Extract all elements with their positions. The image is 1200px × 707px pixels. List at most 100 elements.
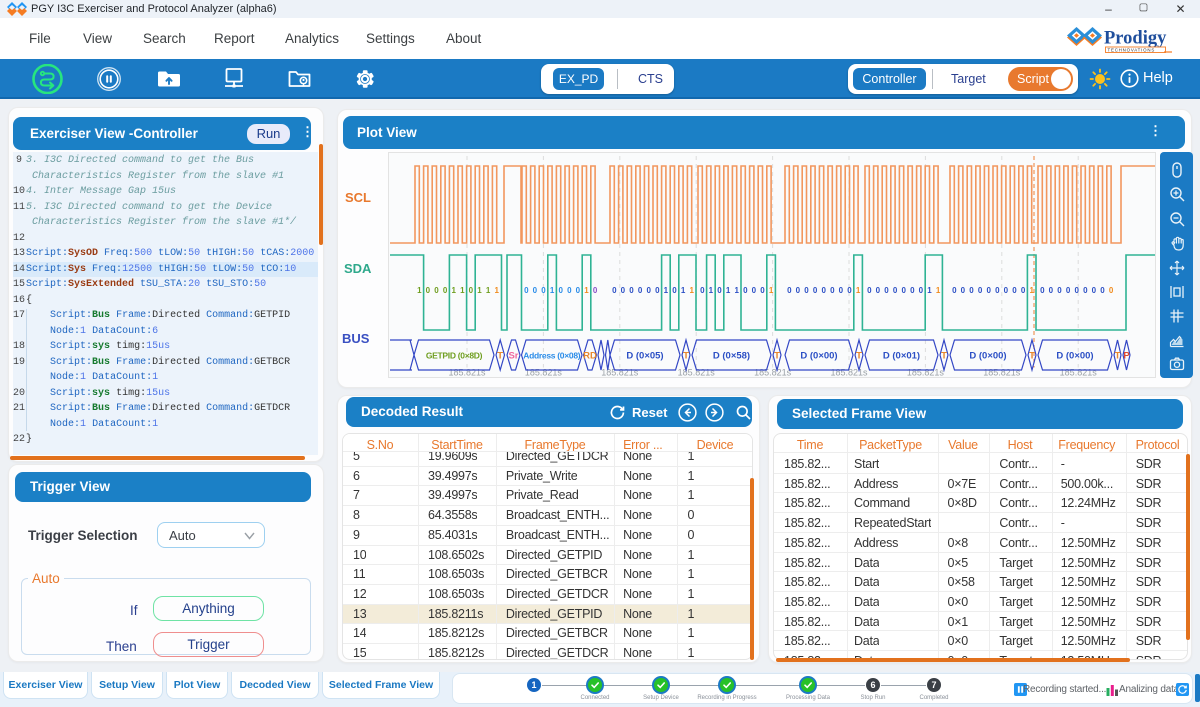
svg-text:0: 0 — [743, 286, 748, 295]
svg-text:0: 0 — [621, 286, 626, 295]
svg-text:0: 0 — [443, 286, 448, 295]
svg-text:0: 0 — [961, 286, 966, 295]
svg-text:T: T — [497, 350, 503, 361]
svg-text:0: 0 — [717, 286, 722, 295]
svg-text:185.821s: 185.821s — [907, 368, 945, 378]
svg-text:0: 0 — [434, 286, 439, 295]
svg-text:D (0×58): D (0×58) — [713, 350, 750, 361]
svg-text:0: 0 — [672, 286, 677, 295]
svg-text:P: P — [1123, 350, 1130, 361]
svg-text:0: 0 — [1100, 286, 1105, 295]
svg-text:0: 0 — [986, 286, 991, 295]
svg-text:0: 0 — [576, 286, 581, 295]
svg-text:1: 1 — [494, 286, 499, 295]
svg-text:T: T — [774, 350, 780, 361]
svg-text:1: 1 — [1029, 286, 1034, 295]
svg-text:D (0×00): D (0×00) — [800, 350, 837, 361]
svg-text:0: 0 — [893, 286, 898, 295]
svg-text:0: 0 — [884, 286, 889, 295]
svg-text:1: 1 — [550, 286, 555, 295]
svg-text:1: 1 — [936, 286, 941, 295]
svg-text:0: 0 — [533, 286, 538, 295]
svg-text:T: T — [1029, 350, 1035, 361]
svg-text:0: 0 — [1083, 286, 1088, 295]
svg-text:0: 0 — [1074, 286, 1079, 295]
svg-text:1: 1 — [709, 286, 714, 295]
svg-text:1: 1 — [486, 286, 491, 295]
svg-text:1: 1 — [734, 286, 739, 295]
svg-text:0: 0 — [558, 286, 563, 295]
svg-text:0: 0 — [978, 286, 983, 295]
svg-text:0: 0 — [813, 286, 818, 295]
svg-text:0: 0 — [1066, 286, 1071, 295]
svg-text:0: 0 — [995, 286, 1000, 295]
svg-text:0: 0 — [1049, 286, 1054, 295]
svg-text:0: 0 — [787, 286, 792, 295]
svg-text:0: 0 — [629, 286, 634, 295]
svg-text:1: 1 — [584, 286, 589, 295]
svg-text:0: 0 — [700, 286, 705, 295]
svg-text:185.821s: 185.821s — [525, 368, 563, 378]
svg-text:0: 0 — [752, 286, 757, 295]
svg-text:0: 0 — [804, 286, 809, 295]
svg-text:D (0×01): D (0×01) — [883, 350, 920, 361]
svg-text:0: 0 — [796, 286, 801, 295]
svg-text:D (0×05): D (0×05) — [626, 350, 663, 361]
svg-text:0: 0 — [541, 286, 546, 295]
svg-text:GETPID (0×8D): GETPID (0×8D) — [426, 350, 483, 360]
svg-text:0: 0 — [469, 286, 474, 295]
svg-text:0: 0 — [593, 286, 598, 295]
svg-text:1: 1 — [726, 286, 731, 295]
svg-text:D (0×00): D (0×00) — [1056, 350, 1093, 361]
svg-text:0: 0 — [910, 286, 915, 295]
svg-text:0: 0 — [952, 286, 957, 295]
svg-text:1: 1 — [927, 286, 932, 295]
svg-text:0: 0 — [760, 286, 765, 295]
svg-text:RD: RD — [583, 350, 597, 361]
svg-text:0: 0 — [524, 286, 529, 295]
svg-text:0: 0 — [876, 286, 881, 295]
svg-text:Prodigy: Prodigy — [1104, 29, 1167, 49]
svg-text:0: 0 — [1021, 286, 1026, 295]
svg-text:0: 0 — [638, 286, 643, 295]
svg-text:0: 0 — [821, 286, 826, 295]
svg-text:0: 0 — [1057, 286, 1062, 295]
svg-text:Address (0×08): Address (0×08) — [523, 350, 580, 360]
svg-text:0: 0 — [867, 286, 872, 295]
svg-text:0: 0 — [1109, 286, 1114, 295]
svg-text:0: 0 — [969, 286, 974, 295]
svg-text:T: T — [683, 350, 689, 361]
svg-text:0: 0 — [919, 286, 924, 295]
svg-text:TECHNOVATIONS: TECHNOVATIONS — [1108, 47, 1156, 52]
svg-text:1: 1 — [417, 286, 422, 295]
svg-text:185.821s: 185.821s — [448, 368, 486, 378]
svg-text:0: 0 — [839, 286, 844, 295]
svg-text:1: 1 — [477, 286, 482, 295]
svg-text:1: 1 — [451, 286, 456, 295]
svg-text:1: 1 — [681, 286, 686, 295]
svg-text:1: 1 — [460, 286, 465, 295]
svg-text:1: 1 — [769, 286, 774, 295]
svg-text:0: 0 — [655, 286, 660, 295]
svg-text:1: 1 — [856, 286, 861, 295]
svg-text:185.821s: 185.821s — [754, 368, 792, 378]
svg-text:1: 1 — [689, 286, 694, 295]
svg-text:185.821s: 185.821s — [1060, 368, 1098, 378]
svg-text:185.821s: 185.821s — [983, 368, 1021, 378]
svg-text:0: 0 — [1040, 286, 1045, 295]
svg-text:T: T — [941, 350, 947, 361]
svg-text:D (0×00): D (0×00) — [969, 350, 1006, 361]
svg-text:0: 0 — [847, 286, 852, 295]
svg-text:0: 0 — [567, 286, 572, 295]
svg-text:0: 0 — [612, 286, 617, 295]
svg-text:0: 0 — [830, 286, 835, 295]
svg-text:0: 0 — [426, 286, 431, 295]
svg-text:1: 1 — [664, 286, 669, 295]
svg-text:0: 0 — [1012, 286, 1017, 295]
svg-text:185.821s: 185.821s — [601, 368, 639, 378]
svg-text:T: T — [856, 350, 862, 361]
svg-text:Sr: Sr — [508, 350, 518, 361]
svg-text:0: 0 — [1092, 286, 1097, 295]
svg-text:0: 0 — [1004, 286, 1009, 295]
svg-text:T: T — [1115, 350, 1121, 361]
